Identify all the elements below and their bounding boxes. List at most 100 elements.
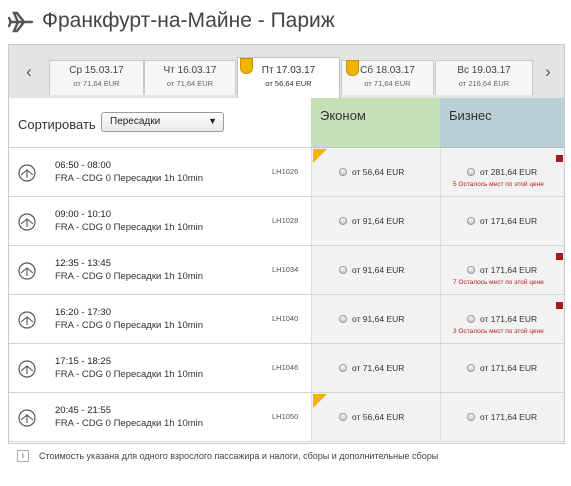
best-price-badge-icon (346, 60, 359, 76)
business-fare-radio[interactable] (467, 168, 475, 176)
seats-left-notice: 3 Осталось мест по этой цене (453, 328, 544, 335)
flight-row[interactable]: 20:45 - 21:55 FRA - CDG 0 Пересадки 1h 1… (9, 393, 564, 442)
best-price-badge-icon (240, 58, 253, 74)
price-note: i Стоимость указана для одного взрослого… (17, 450, 517, 464)
flight-time: 20:45 - 21:55 (55, 405, 111, 416)
business-fare-cell[interactable]: от 171,64 EUR (440, 393, 564, 441)
flight-number: LH1040 (272, 314, 299, 323)
business-price: от 171,64 EUR (480, 363, 538, 373)
airplane-icon (8, 11, 34, 33)
economy-fare-cell[interactable]: от 71,64 EUR (311, 344, 440, 392)
date-tab-price: от 56,64 EUR (265, 79, 312, 88)
flight-time: 06:50 - 08:00 (55, 160, 111, 171)
flight-row[interactable]: 12:35 - 13:45 FRA - CDG 0 Пересадки 1h 1… (9, 246, 564, 295)
business-fare-radio[interactable] (467, 217, 475, 225)
business-column-header: Бизнес (440, 98, 564, 148)
limited-seats-icon (556, 302, 563, 309)
page-header: Франкфурт-на-Майне - Париж (0, 0, 571, 44)
flight-route: FRA - CDG 0 Пересадки 1h 10min (55, 320, 204, 331)
flight-number: LH1026 (272, 167, 299, 176)
date-tab-date: Пт 17.03.17 (261, 65, 316, 76)
flight-route: FRA - CDG 0 Пересадки 1h 10min (55, 418, 204, 429)
flight-number: LH1046 (272, 363, 299, 372)
lufthansa-logo-icon (18, 311, 36, 329)
business-price: от 171,64 EUR (480, 412, 538, 422)
business-price: от 171,64 EUR (480, 265, 538, 275)
lufthansa-logo-icon (18, 262, 36, 280)
business-fare-cell[interactable]: от 171,64 EUR (440, 344, 564, 392)
best-price-corner-icon (313, 149, 327, 163)
flight-time: 12:35 - 13:45 (55, 258, 111, 269)
next-dates-button[interactable]: › (539, 61, 557, 83)
seats-left-notice: 5 Осталось мест по этой цене (453, 181, 544, 188)
economy-fare-radio[interactable] (339, 315, 347, 323)
economy-fare-cell[interactable]: от 91,64 EUR (311, 246, 440, 294)
chevron-down-icon: ▼ (208, 116, 217, 126)
business-fare-cell[interactable]: от 171,64 EUR (440, 197, 564, 245)
economy-fare-radio[interactable] (339, 266, 347, 274)
flight-row[interactable]: 17:15 - 18:25 FRA - CDG 0 Пересадки 1h 1… (9, 344, 564, 393)
economy-price: от 91,64 EUR (352, 265, 405, 275)
price-note-text: Стоимость указана для одного взрослого п… (39, 451, 439, 461)
economy-header-label: Эконом (320, 108, 366, 123)
seats-left-notice: 7 Осталось мест по этой цене (453, 279, 544, 286)
flight-route: FRA - CDG 0 Пересадки 1h 10min (55, 271, 204, 282)
sort-label: Сортировать (18, 117, 96, 132)
economy-price: от 71,64 EUR (352, 363, 405, 373)
sort-select[interactable]: Пересадки ▼ (101, 112, 224, 132)
economy-price: от 91,64 EUR (352, 314, 405, 324)
business-fare-radio[interactable] (467, 364, 475, 372)
date-tab-price: от 71,64 EUR (73, 79, 120, 88)
economy-fare-cell[interactable]: от 91,64 EUR (311, 295, 440, 343)
economy-fare-cell[interactable]: от 56,64 EUR (311, 393, 440, 441)
economy-fare-radio[interactable] (339, 364, 347, 372)
business-price: от 171,64 EUR (480, 216, 538, 226)
business-fare-radio[interactable] (467, 413, 475, 421)
date-tab-date: Чт 16.03.17 (163, 65, 217, 76)
date-tab-date: Ср 15.03.17 (69, 65, 124, 76)
business-fare-cell[interactable]: от 281,64 EUR 5 Осталось мест по этой це… (440, 148, 564, 196)
business-fare-radio[interactable] (467, 266, 475, 274)
economy-fare-cell[interactable]: от 56,64 EUR (311, 148, 440, 196)
economy-fare-radio[interactable] (339, 168, 347, 176)
economy-price: от 91,64 EUR (352, 216, 405, 226)
date-tab-price: от 71,64 EUR (364, 79, 411, 88)
flight-route: FRA - CDG 0 Пересадки 1h 10min (55, 222, 204, 233)
flight-time: 16:20 - 17:30 (55, 307, 111, 318)
date-tab[interactable]: Ср 15.03.17 от 71,64 EUR (49, 60, 144, 95)
limited-seats-icon (556, 155, 563, 162)
business-fare-cell[interactable]: от 171,64 EUR 7 Осталось мест по этой це… (440, 246, 564, 294)
date-selector: ‹ Ср 15.03.17 от 71,64 EUR Чт 16.03.17 о… (9, 45, 564, 99)
business-price: от 171,64 EUR (480, 314, 538, 324)
business-header-label: Бизнес (449, 108, 492, 123)
flight-route: FRA - CDG 0 Пересадки 1h 10min (55, 369, 204, 380)
economy-fare-cell[interactable]: от 91,64 EUR (311, 197, 440, 245)
date-tab-price: от 71,64 EUR (166, 79, 214, 88)
business-fare-radio[interactable] (467, 315, 475, 323)
economy-column-header: Эконом (311, 98, 440, 148)
flight-route: FRA - CDG 0 Пересадки 1h 10min (55, 173, 204, 184)
date-tab[interactable]: Вс 19.03.17 от 216,64 EUR (435, 60, 533, 95)
economy-price: от 56,64 EUR (352, 167, 405, 177)
page-title: Франкфурт-на-Майне - Париж (42, 9, 335, 32)
business-price: от 281,64 EUR (480, 167, 538, 177)
economy-fare-radio[interactable] (339, 413, 347, 421)
flight-number: LH1050 (272, 412, 299, 421)
flight-time: 09:00 - 10:10 (55, 209, 111, 220)
best-price-corner-icon (313, 394, 327, 408)
economy-price: от 56,64 EUR (352, 412, 405, 422)
flight-number: LH1034 (272, 265, 299, 274)
economy-fare-radio[interactable] (339, 217, 347, 225)
lufthansa-logo-icon (18, 409, 36, 427)
business-fare-cell[interactable]: от 171,64 EUR 3 Осталось мест по этой це… (440, 295, 564, 343)
sort-select-value: Пересадки (110, 116, 161, 127)
flight-row[interactable]: 06:50 - 08:00 FRA - CDG 0 Пересадки 1h 1… (9, 148, 564, 197)
sort-row: Сортировать Пересадки ▼ (9, 98, 311, 148)
date-tab[interactable]: Чт 16.03.17 от 71,64 EUR (144, 60, 236, 95)
lufthansa-logo-icon (18, 213, 36, 231)
flight-number: LH1028 (272, 216, 299, 225)
flight-row[interactable]: 09:00 - 10:10 FRA - CDG 0 Пересадки 1h 1… (9, 197, 564, 246)
prev-dates-button[interactable]: ‹ (20, 61, 38, 83)
lufthansa-logo-icon (18, 164, 36, 182)
flight-row[interactable]: 16:20 - 17:30 FRA - CDG 0 Пересадки 1h 1… (9, 295, 564, 344)
